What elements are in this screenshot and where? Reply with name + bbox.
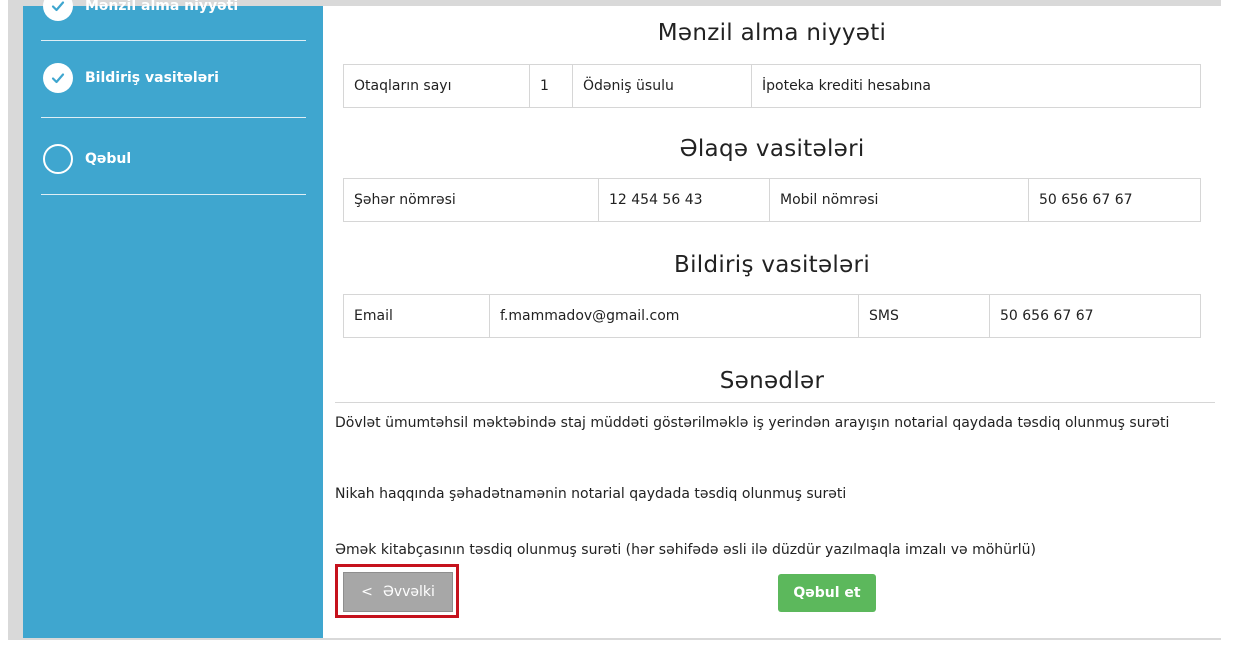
table-cell: f.mammadov@gmail.com	[489, 294, 859, 338]
table-cell: Ödəniş üsulu	[572, 64, 752, 108]
section-title-housing: Mənzil alma niyyəti	[657, 20, 887, 46]
document-item: Nikah haqqında şəhadətnamənin notarial q…	[335, 486, 847, 502]
table-cell: İpoteka krediti hesabına	[751, 64, 1201, 108]
document-item: Əmək kitabçasının təsdiq olunmuş surəti …	[335, 542, 1037, 558]
table-cell: Mobil nömrəsi	[769, 178, 1029, 222]
chevron-left-icon: <	[361, 584, 373, 600]
table-cell: 50 656 67 67	[1028, 178, 1201, 222]
previous-button-label: Əvvəlki	[382, 584, 435, 600]
table-row: Şəhər nömrəsi 12 454 56 43 Mobil nömrəsi…	[343, 178, 1201, 222]
sidebar-item-label: Qəbul	[85, 151, 132, 167]
sidebar-divider	[41, 40, 306, 41]
sidebar-item-label: Mənzil alma niyyəti	[85, 0, 239, 14]
table-cell: Şəhər nömrəsi	[343, 178, 599, 222]
table-cell: 12 454 56 43	[598, 178, 770, 222]
main-content: Mənzil alma niyyəti Otaqların sayı 1 Ödə…	[323, 6, 1221, 638]
sidebar-item-housing-intent[interactable]: Mənzil alma niyyəti	[43, 0, 308, 36]
section-title-contact: Əlaqə vasitələri	[679, 136, 865, 162]
housing-table: Otaqların sayı 1 Ödəniş üsulu İpoteka kr…	[343, 64, 1201, 108]
section-divider	[335, 402, 1215, 403]
document-item: Dövlət ümumtəhsil məktəbində staj müddət…	[335, 415, 1170, 431]
sidebar-divider	[41, 194, 306, 195]
notification-table: Email f.mammadov@gmail.com SMS 50 656 67…	[343, 294, 1201, 338]
table-cell: Email	[343, 294, 490, 338]
section-title-notification: Bildiriş vasitələri	[673, 252, 871, 278]
sidebar-item-notification[interactable]: Bildiriş vasitələri	[43, 48, 308, 108]
table-row: Email f.mammadov@gmail.com SMS 50 656 67…	[343, 294, 1201, 338]
empty-circle-icon	[43, 144, 73, 174]
check-icon	[43, 0, 73, 21]
sidebar-item-accept[interactable]: Qəbul	[43, 129, 308, 189]
sidebar: Mənzil alma niyyəti Bildiriş vasitələri …	[23, 0, 323, 638]
section-title-documents: Sənədlər	[719, 368, 825, 394]
table-cell: SMS	[858, 294, 990, 338]
table-row: Otaqların sayı 1 Ödəniş üsulu İpoteka kr…	[343, 64, 1201, 108]
table-cell: Otaqların sayı	[343, 64, 530, 108]
sidebar-divider	[41, 117, 306, 118]
sidebar-item-label: Bildiriş vasitələri	[85, 70, 219, 86]
table-cell: 50 656 67 67	[989, 294, 1201, 338]
table-cell: 1	[529, 64, 573, 108]
contact-table: Şəhər nömrəsi 12 454 56 43 Mobil nömrəsi…	[343, 178, 1201, 222]
accept-button[interactable]: Qəbul et	[778, 574, 876, 612]
previous-button[interactable]: < Əvvəlki	[343, 572, 453, 612]
check-icon	[43, 63, 73, 93]
